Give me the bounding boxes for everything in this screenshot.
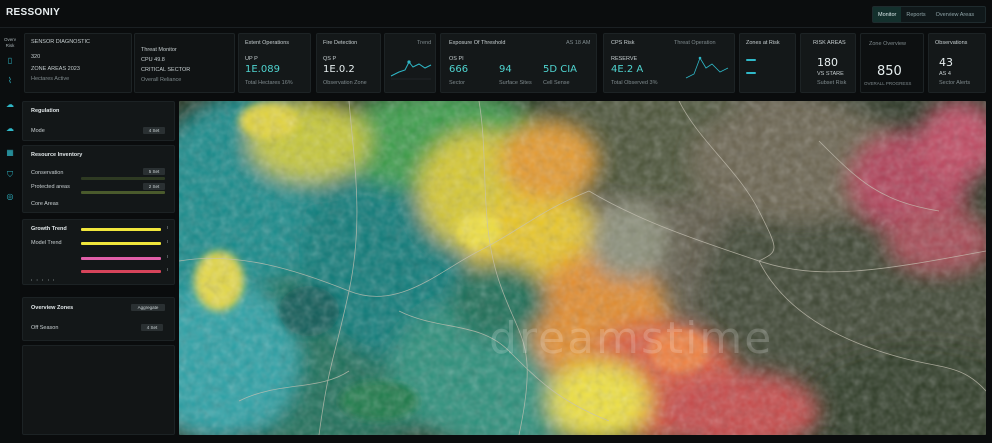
- app-logo: RESSONIY: [6, 7, 61, 18]
- cloud-icon[interactable]: ☁: [4, 124, 16, 134]
- aggregate-pill[interactable]: Aggregate: [131, 304, 165, 311]
- kpi-card-cps-risk: CPS Risk Threat Operation RESERVE 4E.2 A…: [603, 33, 735, 93]
- panel-empty: [22, 345, 175, 435]
- kpi-card-sensor: SENSOR DIAGNOSTIC 320 ZONE AREAS 2023 He…: [24, 33, 132, 93]
- device-icon[interactable]: ▯: [4, 56, 16, 66]
- growth-bar-2: [81, 242, 161, 245]
- kpi-card-trend: Trend: [384, 33, 436, 93]
- watermark: dreamstime: [489, 313, 774, 364]
- trend-sparkline: [390, 60, 432, 80]
- zone-marker: [746, 72, 756, 74]
- chart-icon[interactable]: ⌇: [4, 76, 16, 86]
- zone-marker: [746, 59, 756, 61]
- left-rail: Overv Risk ▯ ⌇ ☁ ☁ ▦ ⛉ ◎: [0, 28, 20, 443]
- growth-bar-3: [81, 257, 161, 260]
- kpi-card-exposure: Exposure Of Threshold AS 18 AM OS PI 666…: [440, 33, 597, 93]
- tab-reports[interactable]: Reports: [901, 12, 930, 18]
- cloud-icon[interactable]: ☁: [4, 100, 16, 110]
- growth-bar-4: [81, 270, 161, 273]
- top-nav: Monitor Reports Overview Areas: [872, 6, 986, 23]
- panel-regulation: Regulation Mode 4 Set: [22, 101, 175, 141]
- panel-growth-trend: Growth Trend Model Trend ı ı ı ı ı ı ı ı…: [22, 219, 175, 285]
- growth-bar-1: [81, 228, 161, 231]
- inventory-pill[interactable]: 2 Set: [143, 183, 165, 190]
- kpi-card-zone-overview: Zone Overview 850 OVERALL PROGRESS: [860, 33, 924, 93]
- grid-icon[interactable]: ▦: [4, 148, 16, 158]
- inventory-bar: [81, 191, 165, 194]
- shield-icon[interactable]: ⛉: [4, 170, 16, 180]
- overview-zones-pill[interactable]: 4 Set: [141, 324, 163, 331]
- panel-resource-inventory: Resource Inventory Conservation 5 Set Pr…: [22, 145, 175, 213]
- top-bar: RESSONIY Monitor Reports Overview Areas: [0, 0, 992, 28]
- risk-sparkline: [685, 56, 729, 79]
- globe-icon[interactable]: ◎: [4, 192, 16, 202]
- inventory-pill[interactable]: 5 Set: [143, 168, 165, 175]
- kpi-card-threat: Threat Monitor CPU 49.8 CRITICAL SECTOR …: [134, 33, 235, 93]
- tab-overview-areas[interactable]: Overview Areas: [931, 12, 980, 18]
- kpi-card-fire: Fire Detection QS P 1E.0.2 Observation Z…: [316, 33, 381, 93]
- inventory-bar: [81, 177, 165, 180]
- kpi-card-observations: Observations 43 AS 4 Sector Alerts: [928, 33, 986, 93]
- kpi-card-extent: Extent Operations UP P 1E.089 Total Hect…: [238, 33, 311, 93]
- kpi-card-zones: Zones at Risk: [739, 33, 796, 93]
- kpi-card-risk-areas: RISK AREAS 180 VS STARE Subset Risk: [800, 33, 856, 93]
- heatmap-layer: [179, 101, 986, 435]
- rail-label: Overv Risk: [3, 37, 16, 48]
- panel-overview-zones: Overview Zones Aggregate Off Season 4 Se…: [22, 297, 175, 341]
- terrain-risk-map[interactable]: dreamstime: [179, 101, 986, 435]
- tab-monitor[interactable]: Monitor: [873, 7, 902, 22]
- regulation-pill[interactable]: 4 Set: [143, 127, 165, 134]
